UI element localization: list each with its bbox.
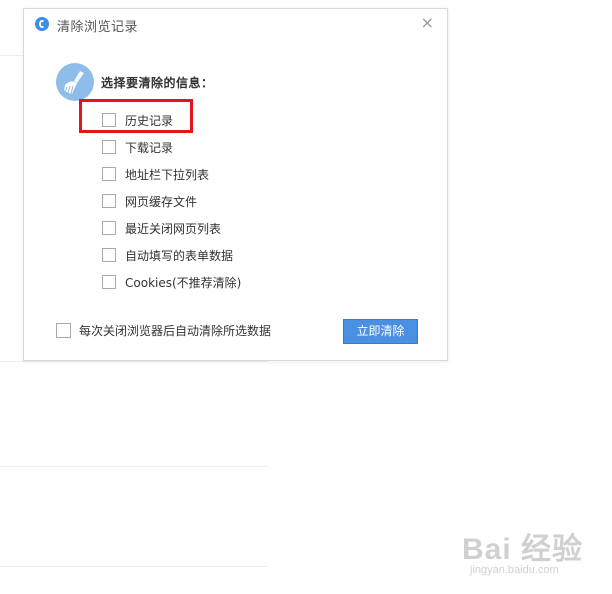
highlight-annotation-box (79, 99, 193, 133)
watermark-url: jingyan.baidu.com (470, 564, 559, 576)
option-label: 最近关闭网页列表 (125, 222, 222, 236)
background-divider (0, 466, 268, 467)
checkbox[interactable] (102, 194, 116, 208)
broom-icon (56, 63, 94, 101)
watermark-text: Bai 经验 (462, 533, 584, 566)
auto-clear-label: 每次关闭浏览器后自动清除所选数据 (79, 324, 272, 338)
checkbox[interactable] (102, 275, 116, 289)
dialog-titlebar: 清除浏览记录 × (24, 9, 447, 39)
section-heading: 选择要清除的信息： (101, 76, 214, 90)
clear-browsing-data-dialog: 清除浏览记录 × 选择要清除的信息： 历史记录 下载记录 地址栏下拉列表 网页缓… (23, 8, 448, 361)
option-label: 下载记录 (125, 141, 174, 155)
browser-logo-icon (35, 17, 49, 31)
auto-clear-checkbox[interactable] (56, 323, 71, 338)
background-divider (0, 55, 23, 56)
close-icon[interactable]: × (421, 14, 434, 32)
checkbox[interactable] (102, 167, 116, 181)
option-label: 网页缓存文件 (125, 195, 198, 209)
checkbox[interactable] (102, 248, 116, 262)
background-divider (0, 361, 268, 362)
dialog-title: 清除浏览记录 (57, 20, 139, 35)
background-divider (0, 566, 268, 567)
checkbox[interactable] (102, 140, 116, 154)
option-label: 自动填写的表单数据 (125, 249, 234, 263)
checkbox[interactable] (102, 221, 116, 235)
option-label: 地址栏下拉列表 (125, 168, 210, 182)
clear-now-button[interactable]: 立即清除 (343, 319, 418, 344)
page: 清除浏览记录 × 选择要清除的信息： 历史记录 下载记录 地址栏下拉列表 网页缓… (0, 0, 612, 594)
watermark-logo: Bai 经验 jingyan.baidu.com (462, 524, 592, 584)
option-label: Cookies(不推荐清除) (125, 276, 242, 290)
